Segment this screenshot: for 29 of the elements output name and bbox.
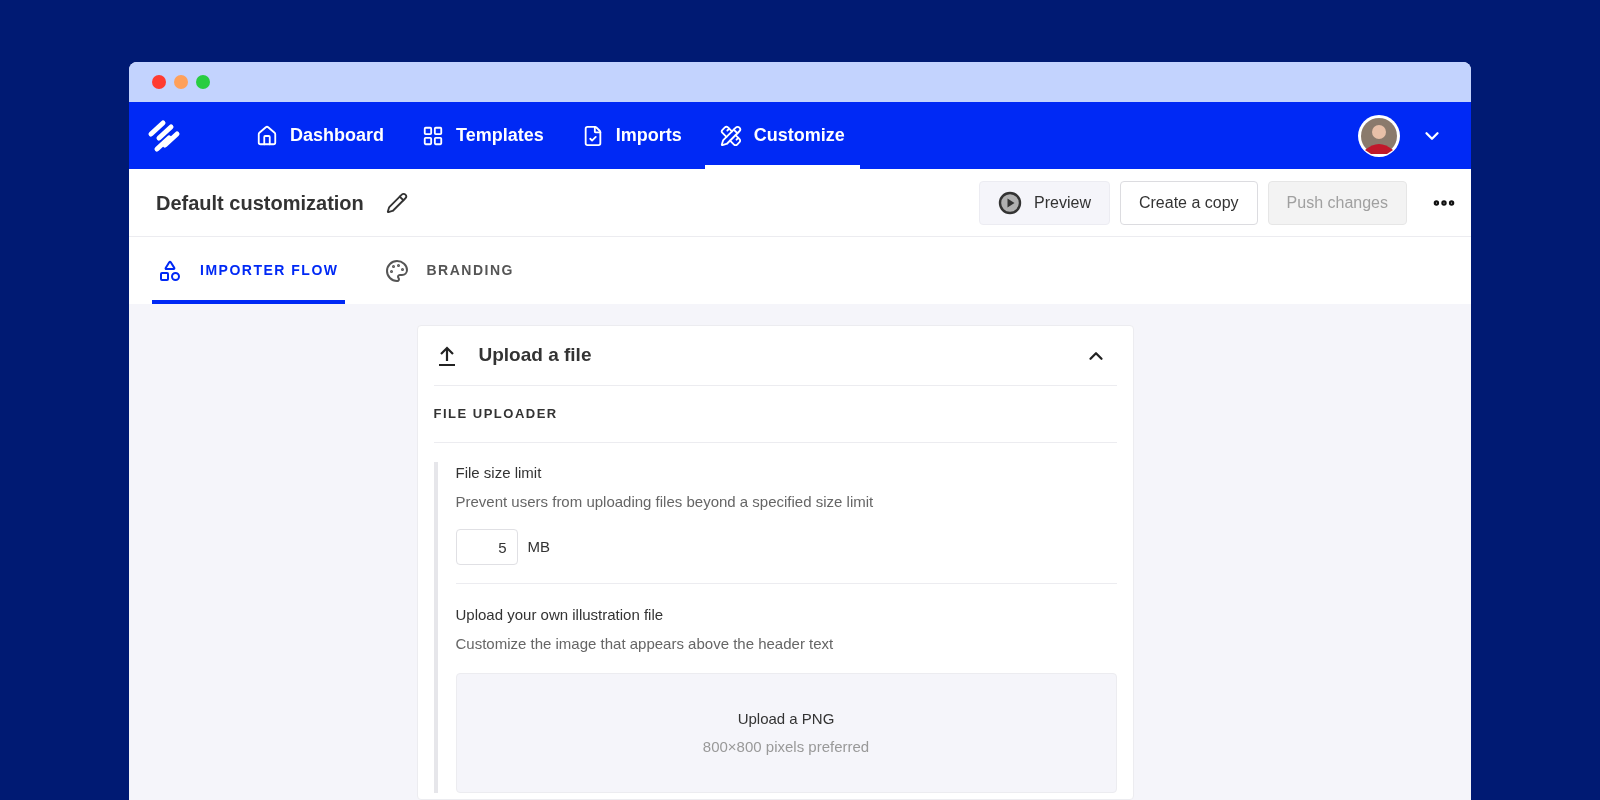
pencil-icon[interactable] bbox=[385, 191, 408, 214]
preview-button[interactable]: Preview bbox=[979, 180, 1110, 225]
upload-dropzone[interactable]: Upload a PNG 800×800 pixels preferred bbox=[455, 673, 1117, 793]
avatar[interactable] bbox=[1357, 113, 1401, 158]
unit-label: MB bbox=[527, 536, 550, 557]
dropzone-hint: 800×800 pixels preferred bbox=[702, 737, 870, 757]
page-title: Default customization bbox=[156, 190, 364, 216]
action-button[interactable]: Create a copy bbox=[1120, 180, 1258, 225]
palette-icon bbox=[384, 258, 409, 283]
nav-item[interactable]: Templates bbox=[407, 102, 559, 169]
grid-icon bbox=[422, 124, 445, 147]
field-label: File size limit bbox=[455, 463, 543, 483]
size-input[interactable]: 5 bbox=[455, 529, 518, 565]
logo-icon bbox=[147, 117, 181, 154]
dropzone-title: Upload a PNG bbox=[737, 708, 835, 729]
field-description: Prevent users from uploading files beyond a specified size limit bbox=[455, 491, 875, 512]
field-label: Upload your own illustration file bbox=[455, 605, 665, 625]
field-description: Customize the image that appears above the header text bbox=[455, 633, 835, 654]
tab[interactable]: IMPORTER FLOW bbox=[152, 237, 345, 304]
section-title: Upload a file bbox=[478, 343, 592, 368]
play-icon bbox=[998, 190, 1023, 215]
group-heading: FILE UPLOADER bbox=[433, 405, 558, 424]
upload-icon bbox=[436, 344, 457, 367]
nav-item[interactable]: Imports bbox=[566, 102, 697, 169]
shapes-icon bbox=[158, 258, 182, 283]
tab[interactable]: BRANDING bbox=[378, 237, 520, 304]
nav-item[interactable]: Dashboard bbox=[241, 102, 400, 169]
pencil-ruler-icon bbox=[719, 124, 742, 147]
home-icon bbox=[256, 124, 278, 147]
